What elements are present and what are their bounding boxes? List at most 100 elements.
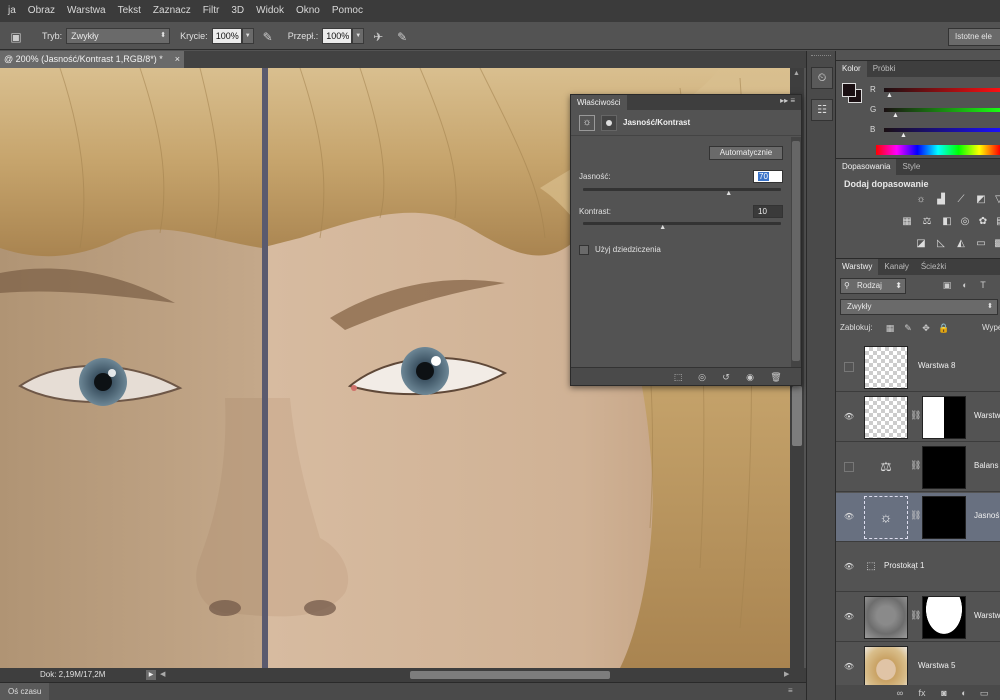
scroll-left-icon[interactable]: ◀ (160, 668, 165, 682)
reset-icon[interactable]: ↺ (719, 370, 733, 384)
tab-paths[interactable]: Ścieżki (915, 259, 952, 275)
pressure-opacity-icon[interactable]: ✎ (260, 28, 276, 44)
tool-preset-icon[interactable]: ▣ (8, 28, 24, 44)
green-knob-icon[interactable]: ▲ (892, 112, 899, 119)
menu-item-2[interactable]: Warstwa (61, 0, 112, 22)
layer-row[interactable]: Warstwa 8 (836, 343, 1000, 392)
lock-pixels-icon[interactable]: ✎ (902, 322, 914, 334)
properties-dock-icon[interactable]: ☷ (811, 99, 833, 121)
brightness-input[interactable]: 70 (753, 170, 783, 183)
sun-icon[interactable]: ☼ (579, 115, 595, 131)
menu-item-1[interactable]: Obraz (22, 0, 61, 22)
mask-link-icon[interactable]: ⛓ (910, 460, 921, 471)
layer-filter-select[interactable]: ⚲ Rodzaj ⬍ (840, 278, 906, 294)
mode-select[interactable]: Zwykły ⬍ (66, 27, 171, 44)
exposure-icon[interactable]: ◩ (974, 193, 988, 207)
red-slider[interactable]: R ▲ (870, 85, 1000, 99)
tab-layers[interactable]: Warstwy (836, 259, 879, 275)
layer-mask-thumbnail[interactable] (922, 596, 966, 639)
menu-item-9[interactable]: Pomoc (326, 0, 369, 22)
pressure-size-icon[interactable]: ✎ (394, 28, 410, 44)
black-white-icon[interactable]: ◧ (940, 215, 954, 229)
sun-icon[interactable]: ☼ (864, 496, 908, 539)
channel-mixer-icon[interactable]: ✿ (976, 215, 990, 229)
visibility-eye-icon[interactable]: 👁 (842, 560, 856, 574)
mask-link-icon[interactable]: ⛓ (910, 610, 921, 621)
gradient-map-icon[interactable]: ▭ (974, 237, 988, 251)
mask-link-icon[interactable]: ⛓ (910, 510, 921, 521)
curves-icon[interactable]: ⟋ (954, 193, 968, 207)
tab-styles[interactable]: Style (896, 159, 926, 175)
layer-thumbnail[interactable] (864, 646, 908, 689)
color-balance-icon[interactable]: ⚖ (920, 215, 934, 229)
brightness-contrast-icon[interactable]: ☼ (914, 193, 928, 207)
mask-icon[interactable] (601, 115, 617, 131)
visibility-eye-icon[interactable]: 👁 (842, 410, 856, 424)
layer-row[interactable]: 👁 ☼ ⛓ Jasnoś (836, 493, 1000, 542)
green-slider[interactable]: G ▲ (870, 105, 1000, 119)
menu-item-0[interactable]: ja (2, 0, 22, 22)
balance-icon[interactable]: ⚖ (864, 446, 908, 489)
layer-row[interactable]: 👁 ⬚ Prostokąt 1 (836, 543, 1000, 592)
color-lookup-icon[interactable]: ▤ (994, 215, 1000, 229)
visibility-eye-icon[interactable]: 👁 (842, 510, 856, 524)
airbrush-icon[interactable]: ✈ (370, 28, 386, 44)
menu-item-3[interactable]: Tekst (112, 0, 147, 22)
flow-dropdown-icon[interactable]: ▼ (352, 27, 365, 44)
layer-style-icon[interactable]: fx (916, 687, 928, 699)
close-tab-icon[interactable]: × (175, 51, 180, 68)
visibility-toggle[interactable] (844, 362, 854, 372)
auto-button[interactable]: Automatycznie (709, 146, 783, 160)
dock-grip[interactable] (811, 55, 831, 59)
blend-mode-select[interactable]: Zwykły ⬍ (840, 299, 998, 315)
horizontal-scroll-thumb[interactable] (410, 671, 610, 679)
tab-swatches[interactable]: Próbki (867, 61, 902, 77)
add-mask-icon[interactable]: ◙ (938, 687, 950, 699)
new-group-icon[interactable]: ▭ (978, 687, 990, 699)
history-icon[interactable]: ⏲ (811, 67, 833, 89)
layer-row[interactable]: ⚖ ⛓ Balans (836, 443, 1000, 492)
filter-adjustment-icon[interactable]: ◐ (958, 278, 972, 292)
link-layers-icon[interactable]: ∞ (894, 687, 906, 699)
panel-menu-icon[interactable]: ≡ (788, 686, 793, 695)
clip-to-layer-icon[interactable]: ⬚ (671, 370, 685, 384)
flow-input[interactable]: 100% (322, 27, 353, 44)
scroll-right-icon[interactable]: ▶ (784, 668, 789, 682)
menu-item-6[interactable]: 3D (225, 0, 250, 22)
filter-pixel-icon[interactable]: ▣ (940, 278, 954, 292)
threshold-icon[interactable]: ◭ (954, 237, 968, 251)
selective-color-icon[interactable]: ▩ (992, 237, 1000, 251)
legacy-checkbox[interactable] (579, 245, 589, 255)
menu-item-8[interactable]: Okno (290, 0, 326, 22)
color-spectrum[interactable] (876, 145, 1000, 155)
contrast-slider-knob-icon[interactable]: ▲ (659, 224, 666, 231)
menu-item-4[interactable]: Zaznacz (147, 0, 197, 22)
document-tab[interactable]: @ 200% (Jasność/Kontrast 1,RGB/8*) * × (0, 51, 184, 68)
levels-icon[interactable]: ▟ (934, 193, 948, 207)
hue-saturation-icon[interactable]: ▦ (900, 215, 914, 229)
visibility-eye-icon[interactable]: 👁 (842, 660, 856, 674)
layer-mask-thumbnail[interactable] (922, 496, 966, 539)
tab-color[interactable]: Kolor (836, 61, 867, 77)
brightness-slider[interactable] (583, 188, 781, 191)
blue-slider[interactable]: B ▲ (870, 125, 1000, 139)
foreground-color-swatch[interactable] (842, 83, 856, 97)
lock-position-icon[interactable]: ✥ (920, 322, 932, 334)
brightness-slider-knob-icon[interactable]: ▲ (725, 190, 732, 197)
contrast-input[interactable]: 10 (753, 205, 783, 218)
photo-filter-icon[interactable]: ◎ (958, 215, 972, 229)
layer-mask-thumbnail[interactable] (922, 396, 966, 439)
opacity-dropdown-icon[interactable]: ▼ (241, 27, 254, 44)
red-knob-icon[interactable]: ▲ (886, 92, 893, 99)
filter-type-icon[interactable]: T (976, 278, 990, 292)
view-previous-icon[interactable]: ◎ (695, 370, 709, 384)
layer-row[interactable]: 👁 ⛓ Warstw (836, 593, 1000, 642)
shape-layer-icon[interactable]: ⬚ (864, 560, 878, 574)
properties-tab[interactable]: Właściwości (571, 95, 627, 110)
layer-thumbnail[interactable] (864, 346, 908, 389)
tab-channels[interactable]: Kanały (878, 259, 914, 275)
properties-scroll-thumb[interactable] (792, 141, 800, 361)
tab-adjustments[interactable]: Dopasowania (836, 159, 897, 175)
timeline-tab[interactable]: Oś czasu (0, 683, 50, 700)
posterize-icon[interactable]: ◺ (934, 237, 948, 251)
